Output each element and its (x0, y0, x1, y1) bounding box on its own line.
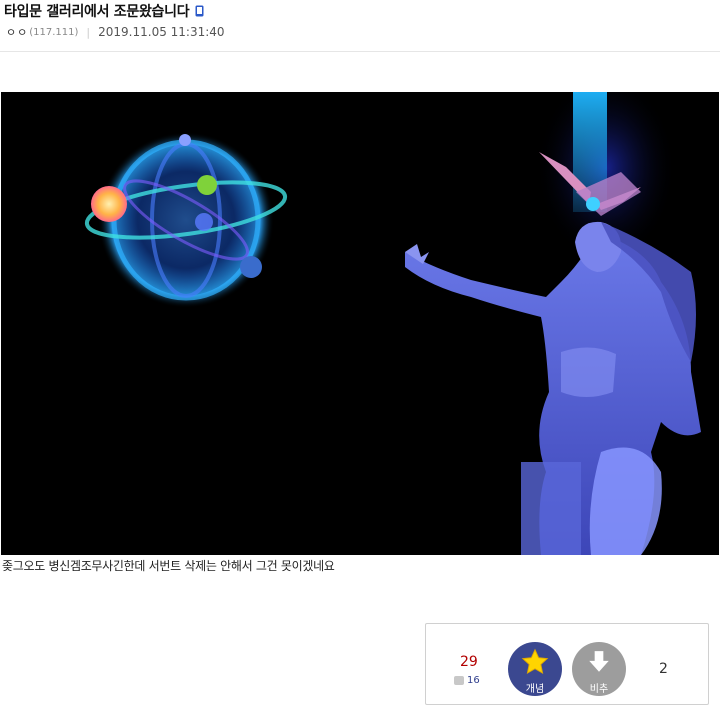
fixed-upvote-count: 16 (454, 675, 480, 686)
post-date: 2019.11.05 11:31:40 (98, 25, 225, 39)
downvote-label: 비추 (589, 684, 609, 695)
meta-separator: | (86, 25, 91, 39)
post-body-text: 좆그오도 병신겜조무사긴한데 서번트 삭제는 안해서 그건 못이겠네요 (2, 559, 335, 573)
title-row: 타입문 갤러리에서 조문왔습니다 (4, 0, 204, 22)
post-meta: ㅇㅇ (117.111) | 2019.11.05 11:31:40 (6, 25, 225, 39)
star-icon (521, 648, 549, 674)
post-header: 타입문 갤러리에서 조문왔습니다 ㅇㅇ (117.111) | 2019.11.… (0, 0, 720, 52)
down-arrow-icon (589, 651, 609, 672)
downvote-count: 2 (659, 661, 668, 677)
fixed-upvote-value: 16 (467, 675, 480, 686)
upvote-label: 개념 (525, 684, 545, 695)
author-nickname[interactable]: ㅇㅇ (6, 24, 28, 40)
downvote-button[interactable]: 비추 (572, 642, 626, 696)
fixed-user-icon (454, 676, 464, 685)
post-image[interactable] (1, 92, 719, 555)
author-ip: (117.111) (29, 26, 79, 38)
artwork-illustration (1, 92, 719, 555)
upvote-count: 29 (460, 654, 478, 670)
mobile-phone-icon (195, 5, 204, 17)
upvote-button[interactable]: 개념 (508, 642, 562, 696)
recommend-box: 29 16 개념 비추 2 (425, 623, 709, 705)
post-title: 타입문 갤러리에서 조문왔습니다 (4, 4, 190, 20)
